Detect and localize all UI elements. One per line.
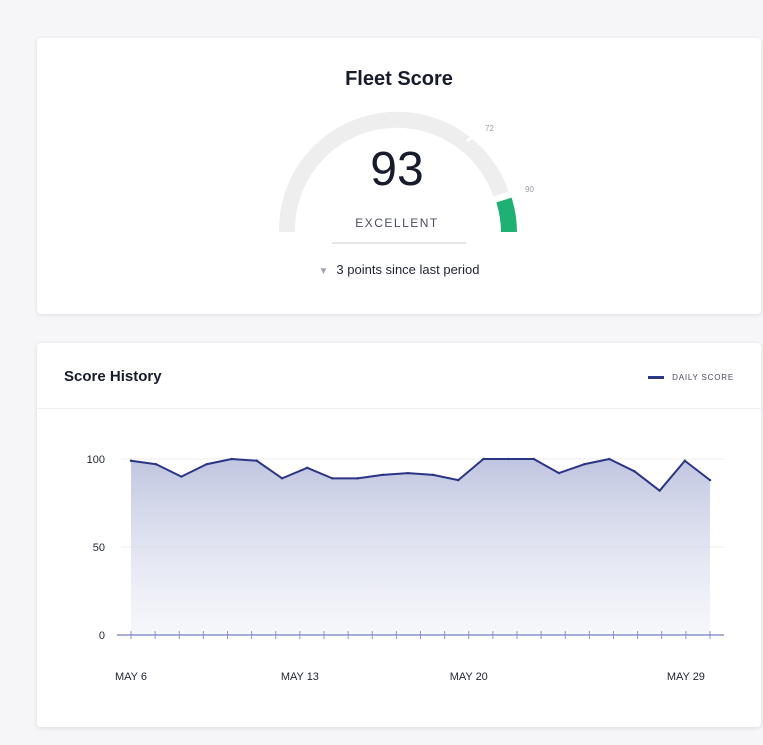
fleet-score-card: Fleet Score 72 90 93 EXCELLENT ▼ 3 points… <box>37 38 761 314</box>
data-point <box>255 459 259 462</box>
data-point <box>129 459 133 462</box>
data-point <box>683 459 687 462</box>
data-point <box>280 477 284 480</box>
data-point <box>230 457 233 461</box>
y-tick-label: 0 <box>99 630 105 642</box>
data-point <box>331 477 334 480</box>
data-point <box>608 457 611 461</box>
score-history-header: Score History DAILY SCORE <box>37 343 761 409</box>
data-point <box>431 473 435 477</box>
gauge-marker-72: 72 <box>485 124 494 133</box>
legend-swatch <box>648 376 665 379</box>
y-tick-label: 100 <box>87 454 105 466</box>
y-tick-label: 50 <box>93 542 105 554</box>
data-point <box>406 471 410 475</box>
data-point <box>482 457 485 461</box>
chart-legend: DAILY SCORE <box>648 373 734 382</box>
score-value: 93 <box>370 143 424 196</box>
score-change-text: 3 points since last period <box>336 262 480 277</box>
legend-label-daily-score: DAILY SCORE <box>672 373 734 382</box>
triangle-down-icon: ▼ <box>318 266 329 277</box>
data-point <box>180 475 183 478</box>
score-history-chart: 0 50 100 MAY 6 MAY 13 MAY 20 MAY 29 <box>87 454 724 683</box>
data-point <box>582 463 586 466</box>
data-point <box>205 463 208 466</box>
data-point <box>708 478 712 482</box>
data-point <box>557 471 561 475</box>
data-point <box>356 477 359 480</box>
data-point <box>154 463 158 466</box>
score-history-card: Score History DAILY SCORE 0 50 100 MAY 6 MAY… <box>37 343 761 727</box>
x-tick-label: MAY 13 <box>281 671 319 683</box>
data-point <box>507 457 510 461</box>
data-point <box>633 470 636 473</box>
score-history-title: Score History <box>64 368 162 385</box>
data-point <box>532 457 535 461</box>
area-fill <box>131 459 710 635</box>
x-tick-label: MAY 6 <box>115 671 147 683</box>
data-point <box>457 478 460 482</box>
score-divider <box>332 242 466 244</box>
x-tick-label: MAY 29 <box>667 671 705 683</box>
score-change: ▼ 3 points since last period <box>37 262 761 277</box>
x-tick-label: MAY 20 <box>450 671 488 683</box>
data-point <box>381 473 384 477</box>
score-rating: EXCELLENT <box>355 216 439 230</box>
data-point <box>306 466 309 469</box>
data-point <box>658 489 661 492</box>
